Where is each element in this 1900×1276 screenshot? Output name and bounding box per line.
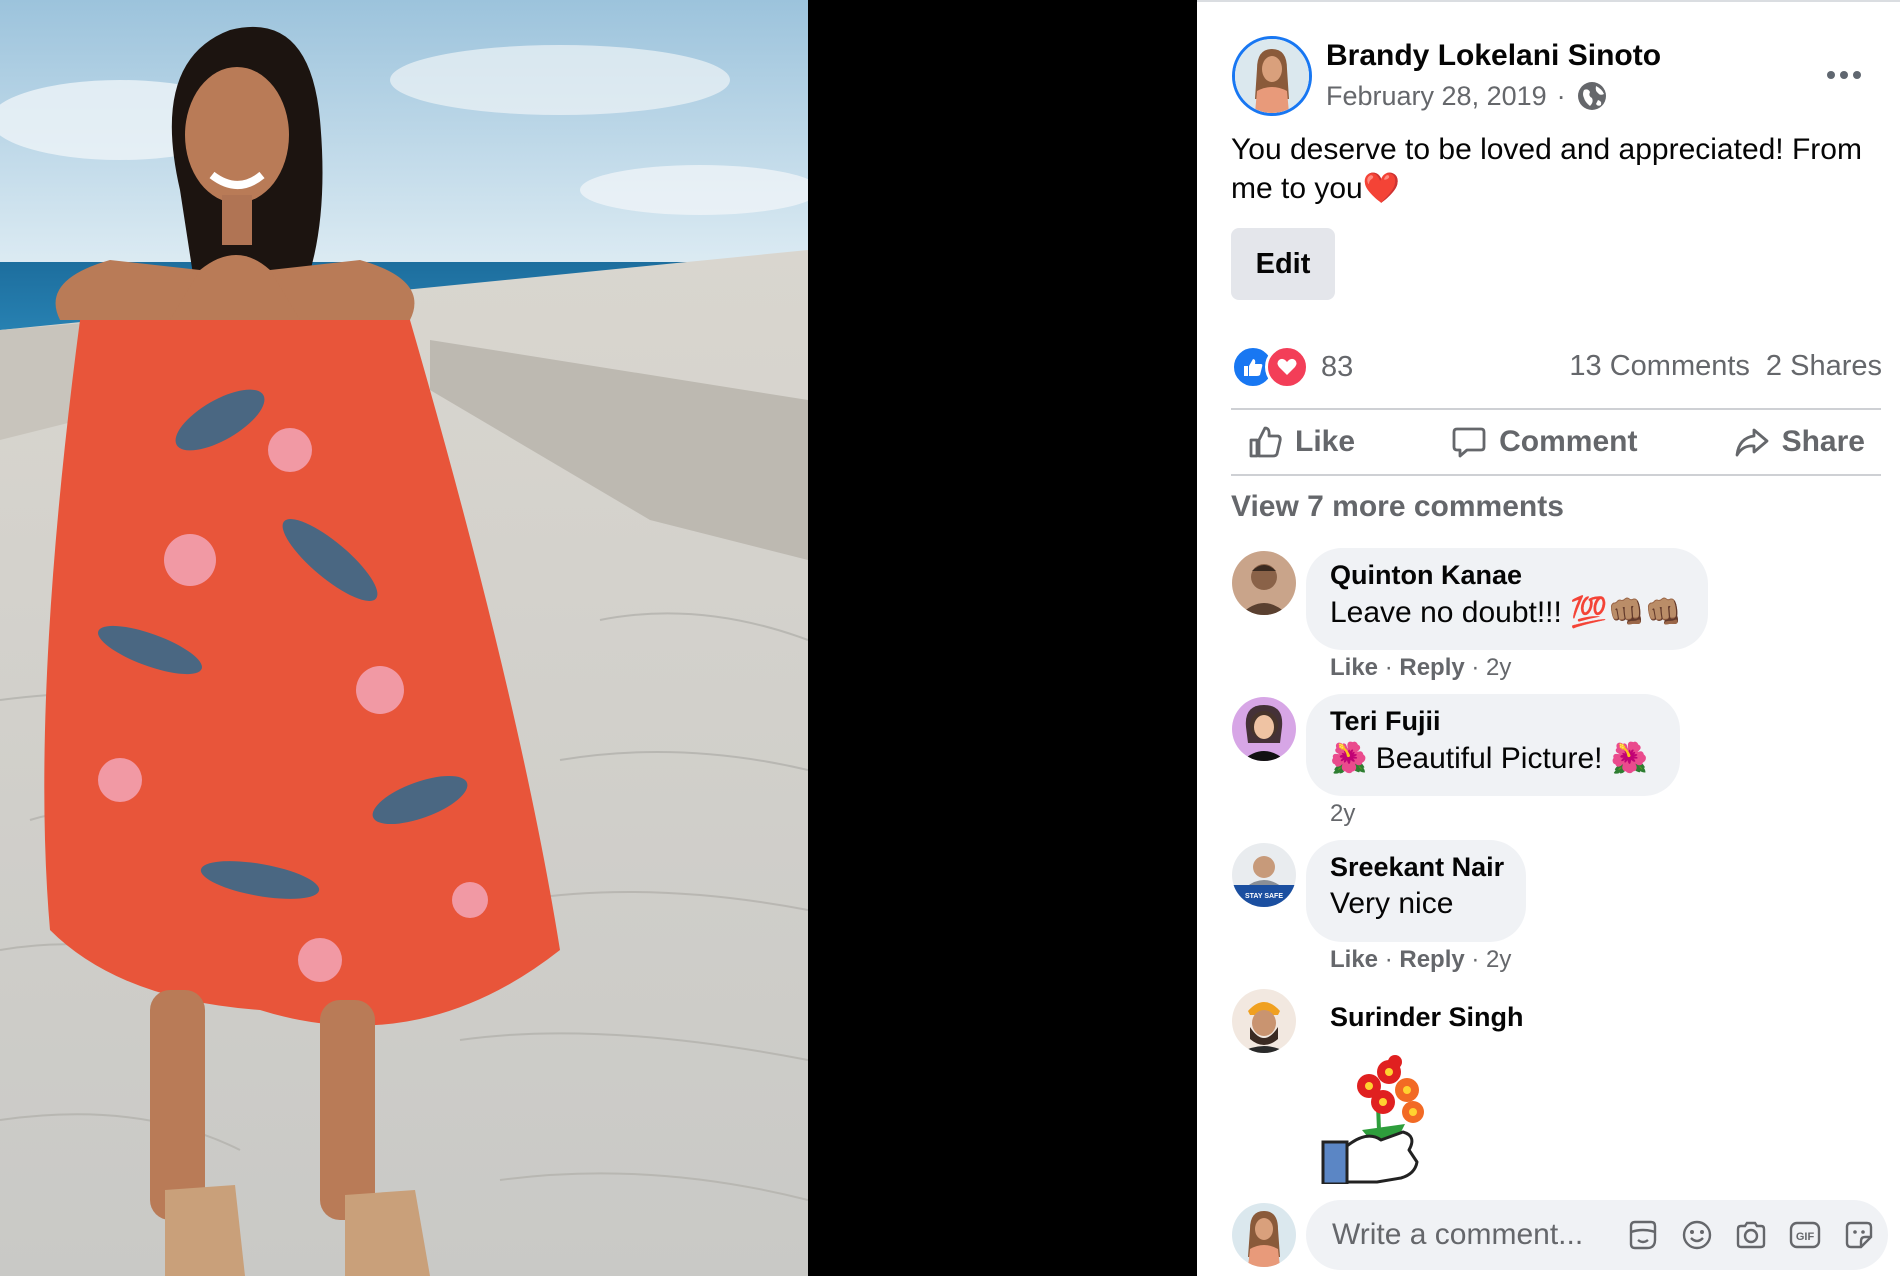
comment-actions: Like · Reply · 2y — [1330, 654, 1512, 681]
post-action-bar: Like Comment Share — [1231, 410, 1881, 474]
view-more-comments-link[interactable]: View 7 more comments — [1231, 490, 1564, 524]
like-label: Like — [1295, 425, 1356, 458]
commenter-avatar[interactable] — [1232, 697, 1296, 761]
comment-text: Leave no doubt!!! 💯👊🏽👊🏽 — [1330, 596, 1683, 629]
divider — [1231, 474, 1881, 476]
hand-holding-flowers-sticker[interactable] — [1317, 1050, 1447, 1186]
comment-time[interactable]: 2y — [1486, 946, 1511, 973]
share-label: Share — [1781, 425, 1865, 458]
comment-composer: GIF — [1306, 1200, 1888, 1270]
heart-emoji: ❤️ — [1362, 172, 1401, 205]
post-author-name[interactable]: Brandy Lokelani Sinoto — [1326, 39, 1661, 73]
comment-text: 🌺 Beautiful Picture! 🌺 — [1330, 742, 1649, 775]
commenter-avatar[interactable] — [1232, 989, 1296, 1053]
hibiscus-emoji: 🌺 — [1330, 742, 1368, 775]
photo-viewer — [0, 0, 1197, 1276]
comment-time[interactable]: 2y — [1330, 800, 1355, 827]
commenter-avatar[interactable]: STAY SAFE — [1232, 843, 1296, 907]
comment-bubble: Sreekant Nair Very nice — [1306, 840, 1526, 942]
svg-text:GIF: GIF — [1796, 1231, 1815, 1243]
comment-reply-link[interactable]: Reply — [1399, 654, 1464, 681]
globe-icon — [1576, 80, 1608, 112]
post-meta: February 28, 2019 · — [1326, 80, 1608, 112]
comment-icon — [1452, 427, 1486, 458]
commenter-avatar[interactable] — [1232, 551, 1296, 615]
share-button[interactable]: Share — [1718, 424, 1881, 460]
date-separator: · — [1556, 80, 1566, 111]
more-options-button[interactable] — [1822, 60, 1866, 90]
share-count[interactable]: 2 Shares — [1766, 350, 1882, 383]
current-user-avatar[interactable] — [1232, 1203, 1296, 1267]
edit-post-button[interactable]: Edit — [1231, 228, 1335, 300]
commenter-name[interactable]: Sreekant Nair — [1330, 852, 1504, 883]
post-caption: You deserve to be loved and appreciated!… — [1231, 130, 1881, 208]
more-horizontal-icon — [1840, 71, 1848, 79]
comment-input[interactable] — [1330, 1217, 1608, 1253]
panel-top-divider — [1197, 0, 1900, 5]
post-side-panel: Brandy Lokelani Sinoto February 28, 2019… — [1197, 0, 1900, 1276]
commenter-name[interactable]: Teri Fujii — [1330, 706, 1656, 737]
comment-bubble: Teri Fujii 🌺 Beautiful Picture! 🌺 — [1306, 694, 1680, 796]
comment-text: Very nice — [1330, 887, 1454, 920]
comment-reply-link[interactable]: Reply — [1399, 946, 1464, 973]
post-date[interactable]: February 28, 2019 — [1326, 81, 1547, 112]
comment-label: Comment — [1499, 425, 1638, 458]
comment-actions: 2y — [1330, 800, 1355, 828]
comment-count[interactable]: 13 Comments — [1569, 350, 1750, 383]
comment-actions: Like · Reply · 2y — [1330, 946, 1512, 973]
post-photo[interactable] — [0, 0, 808, 1276]
camera-icon[interactable] — [1732, 1216, 1770, 1254]
comment-like-link[interactable]: Like — [1330, 946, 1378, 973]
commenter-name[interactable]: Quinton Kanae — [1330, 560, 1684, 591]
avatar-badge-text: STAY SAFE — [1245, 893, 1283, 900]
post-author-avatar[interactable] — [1232, 36, 1312, 116]
like-button[interactable]: Like — [1231, 424, 1371, 460]
gif-icon[interactable]: GIF — [1786, 1216, 1824, 1254]
avatar-sticker-icon[interactable] — [1624, 1216, 1662, 1254]
more-horizontal-icon — [1853, 71, 1861, 79]
hibiscus-emoji: 🌺 — [1610, 742, 1649, 775]
comment-time[interactable]: 2y — [1486, 654, 1511, 681]
post-caption-text: You deserve to be loved and appreciated!… — [1231, 133, 1862, 205]
commenter-name[interactable]: Surinder Singh — [1330, 1002, 1524, 1033]
sticker-icon[interactable] — [1840, 1216, 1878, 1254]
more-horizontal-icon — [1827, 71, 1835, 79]
like-icon — [1249, 426, 1282, 458]
comment-like-link[interactable]: Like — [1330, 654, 1378, 681]
emoji-icon[interactable] — [1678, 1216, 1716, 1254]
love-reaction-icon — [1265, 345, 1309, 389]
comment-button[interactable]: Comment — [1435, 424, 1653, 460]
reactions-summary[interactable]: 83 — [1231, 345, 1353, 389]
share-icon — [1735, 428, 1768, 457]
comment-emoji: 💯👊🏽👊🏽 — [1570, 596, 1683, 629]
comment-bubble: Quinton Kanae Leave no doubt!!! 💯👊🏽👊🏽 — [1306, 548, 1708, 650]
comment-share-counts: 13 Comments 2 Shares — [1569, 350, 1882, 383]
reaction-count[interactable]: 83 — [1321, 351, 1353, 384]
